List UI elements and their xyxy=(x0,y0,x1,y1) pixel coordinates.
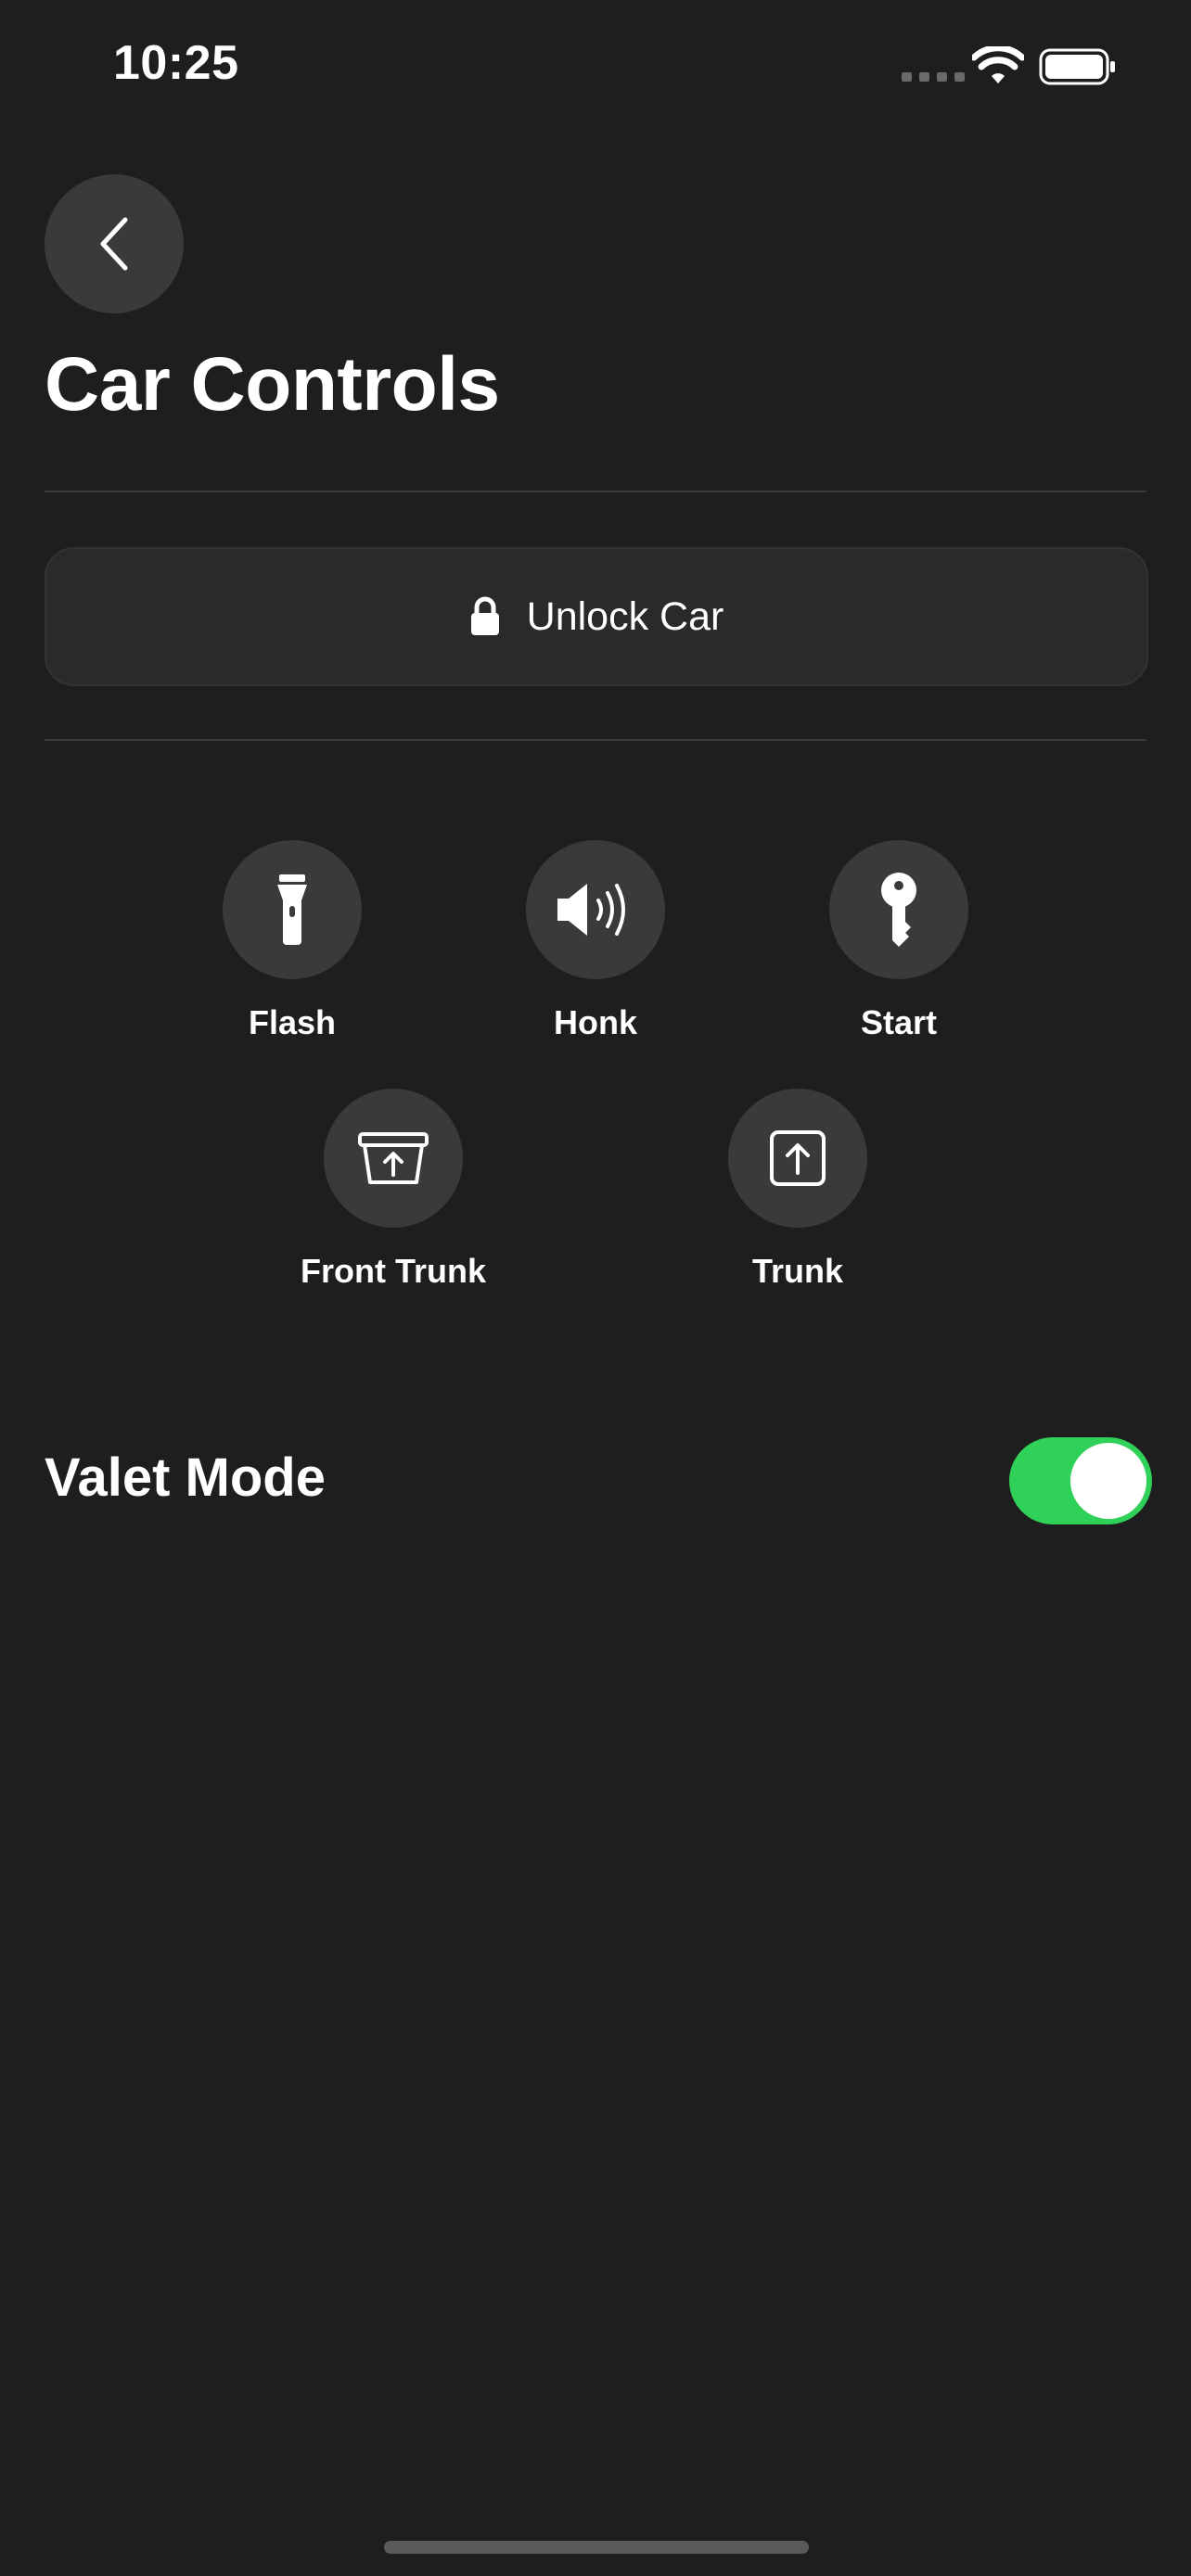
wifi-icon xyxy=(970,45,1026,92)
back-button[interactable] xyxy=(45,174,184,313)
page-title: Car Controls xyxy=(45,342,500,427)
home-indicator[interactable] xyxy=(384,2541,809,2554)
start-circle xyxy=(829,840,968,979)
front-trunk-button[interactable]: Front Trunk xyxy=(254,1089,532,1291)
trunk-circle xyxy=(728,1089,867,1228)
flashlight-icon xyxy=(277,874,307,945)
start-button[interactable]: Start xyxy=(760,840,1038,1042)
flash-label: Flash xyxy=(248,1003,337,1041)
valet-mode-label: Valet Mode xyxy=(45,1447,326,1508)
front-trunk-label: Front Trunk xyxy=(301,1252,486,1290)
front-trunk-circle xyxy=(324,1089,463,1228)
speaker-icon xyxy=(557,884,625,936)
front-trunk-icon xyxy=(358,1132,429,1184)
honk-button[interactable]: Honk xyxy=(456,840,735,1042)
trunk-icon xyxy=(770,1130,826,1186)
flash-button[interactable]: Flash xyxy=(153,840,431,1042)
divider-bottom xyxy=(45,739,1146,741)
chevron-left-icon xyxy=(100,217,128,271)
valet-mode-toggle[interactable] xyxy=(1009,1437,1152,1524)
flash-circle xyxy=(223,840,362,979)
status-time: 10:25 xyxy=(113,36,239,90)
cellular-signal-icon xyxy=(902,72,965,82)
unlock-car-button[interactable]: Unlock Car xyxy=(45,547,1148,686)
unlock-car-label: Unlock Car xyxy=(526,593,724,639)
divider-top xyxy=(45,491,1146,492)
lock-icon xyxy=(470,596,499,635)
toggle-knob xyxy=(1070,1443,1146,1519)
battery-icon xyxy=(1039,46,1117,92)
trunk-label: Trunk xyxy=(751,1252,843,1290)
honk-label: Honk xyxy=(554,1003,637,1041)
start-label: Start xyxy=(860,1003,938,1041)
key-icon xyxy=(881,873,916,947)
trunk-button[interactable]: Trunk xyxy=(659,1089,937,1291)
honk-circle xyxy=(526,840,665,979)
